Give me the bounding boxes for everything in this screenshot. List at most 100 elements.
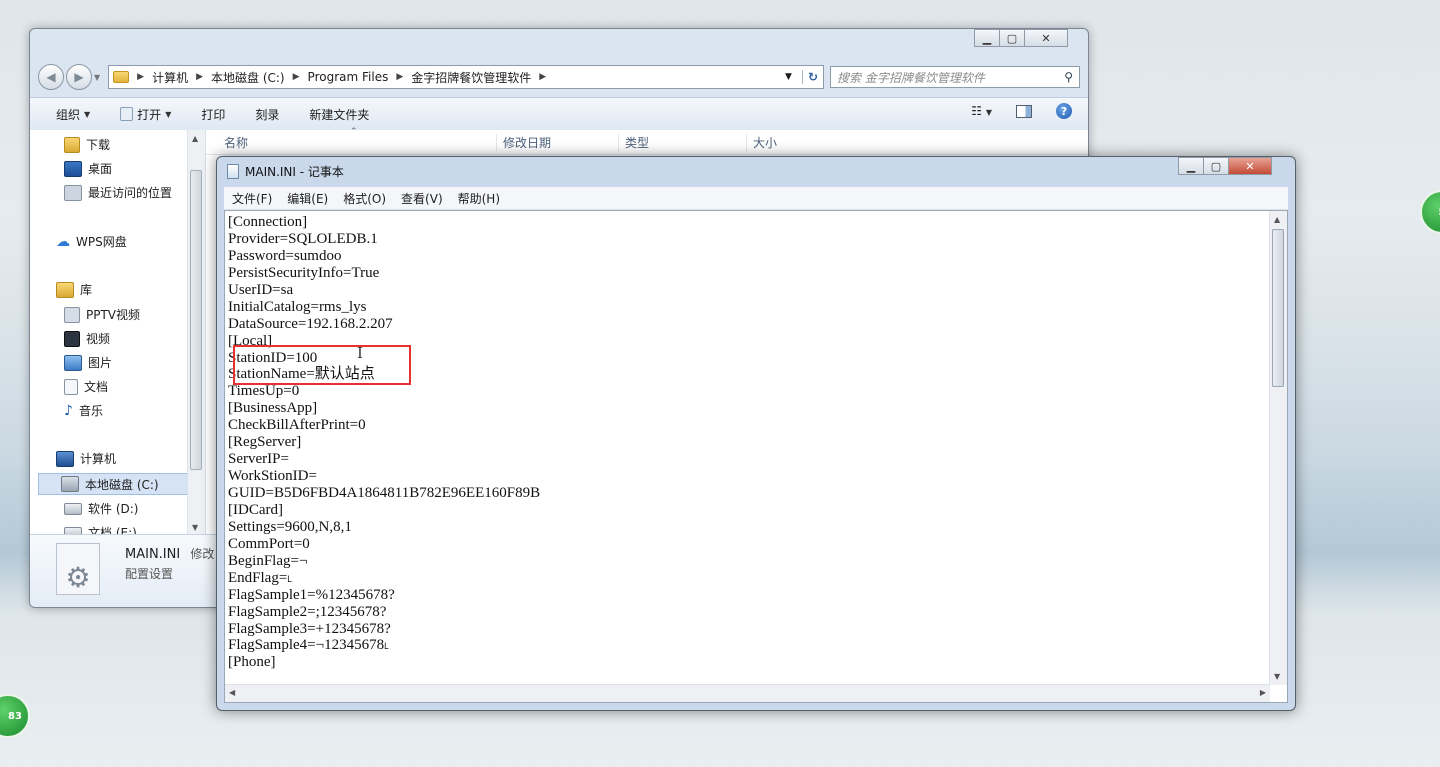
back-button[interactable]: ◀	[38, 64, 64, 90]
menu-edit[interactable]: 编辑(E)	[287, 190, 328, 207]
organize-button[interactable]: 组织 ▼	[56, 106, 90, 123]
burn-button[interactable]: 刻录	[255, 106, 279, 123]
horizontal-scrollbar[interactable]: ◀ ▶	[225, 684, 1270, 702]
search-input[interactable]: 搜索 金字招牌餐饮管理软件 ⚲	[830, 66, 1080, 88]
scroll-down-icon[interactable]: ▼	[192, 523, 198, 532]
text-line[interactable]: FlagSample2=;12345678?	[228, 604, 540, 621]
close-button[interactable]: ✕	[1228, 157, 1272, 175]
editor-text[interactable]: [Connection] Provider=SQLOLEDB.1 Password=…	[228, 214, 540, 671]
refresh-icon[interactable]: ↻	[801, 70, 823, 84]
chevron-right-icon[interactable]: ▶	[196, 72, 203, 82]
text-line[interactable]: [Connection]	[228, 214, 540, 231]
text-line[interactable]: GUID=B5D6FBD4A1864811B782E96EE160F89B	[228, 485, 540, 502]
text-line[interactable]: [RegServer]	[228, 434, 540, 451]
nav-item-pptv[interactable]: PPTV视频	[64, 306, 140, 323]
cloud-icon: ☁	[56, 233, 70, 250]
nav-item-recent[interactable]: 最近访问的位置	[64, 184, 172, 201]
vertical-scrollbar[interactable]: ▲ ▼	[1269, 211, 1287, 685]
history-dropdown-icon[interactable]: ▼	[94, 73, 100, 82]
text-line[interactable]: FlagSample4=¬12345678˪	[228, 637, 540, 654]
search-icon[interactable]: ⚲	[1064, 70, 1073, 84]
menu-format[interactable]: 格式(O)	[343, 190, 386, 207]
text-line[interactable]: PersistSecurityInfo=True	[228, 265, 540, 282]
scroll-right-icon[interactable]: ▶	[1260, 688, 1266, 697]
view-options-button[interactable]: ☷ ▼	[971, 104, 992, 118]
computer-icon	[56, 450, 74, 467]
help-icon[interactable]: ?	[1056, 103, 1072, 119]
text-line[interactable]: BeginFlag=¬	[228, 553, 540, 570]
nav-item-downloads[interactable]: 下载	[64, 136, 110, 153]
scroll-left-icon[interactable]: ◀	[229, 688, 235, 697]
nav-item-music[interactable]: ♪ 音乐	[64, 402, 103, 419]
nav-pane-scrollbar[interactable]: ▲ ▼	[187, 130, 205, 536]
text-line[interactable]: [Phone]	[228, 654, 540, 671]
back-arrow-icon: ◀	[46, 70, 56, 84]
scroll-down-icon[interactable]: ▼	[1274, 672, 1280, 681]
maximize-button[interactable]: ▢	[999, 29, 1025, 47]
nav-item-wps-cloud[interactable]: ☁ WPS网盘	[56, 233, 127, 250]
address-dropdown-icon[interactable]: ▼	[785, 72, 792, 82]
text-line[interactable]: Provider=SQLOLEDB.1	[228, 231, 540, 248]
chevron-right-icon[interactable]: ▶	[539, 72, 546, 82]
nav-item-library[interactable]: 库	[56, 281, 92, 298]
column-header-size[interactable]: 大小	[746, 133, 777, 151]
text-line[interactable]: FlagSample1=%12345678?	[228, 587, 540, 604]
chevron-right-icon[interactable]: ▶	[396, 72, 403, 82]
minimize-button[interactable]: ▁	[974, 29, 1000, 47]
text-line[interactable]: TimesUp=0	[228, 383, 540, 400]
text-line[interactable]: FlagSample3=+12345678?	[228, 621, 540, 638]
nav-item-documents[interactable]: 文档	[64, 378, 108, 395]
breadcrumb-drive-c[interactable]: 本地磁盘 (C:)	[211, 69, 285, 86]
menu-file[interactable]: 文件(F)	[232, 190, 272, 207]
breadcrumb-computer[interactable]: 计算机	[152, 69, 188, 86]
text-line[interactable]: Settings=9600,N,8,1	[228, 519, 540, 536]
nav-item-pictures[interactable]: 图片	[64, 354, 112, 371]
nav-item-drive-d[interactable]: 软件 (D:)	[64, 500, 138, 517]
text-line[interactable]: EndFlag=˪	[228, 570, 540, 587]
video-icon	[64, 330, 80, 347]
address-bar[interactable]: ▶ 计算机 ▶ 本地磁盘 (C:) ▶ Program Files ▶ 金字招牌…	[108, 65, 824, 89]
column-header-name[interactable]: 名称	[224, 134, 248, 151]
preview-pane-icon[interactable]	[1016, 104, 1032, 118]
text-line[interactable]: DataSource=192.168.2.207	[228, 316, 540, 333]
forward-button[interactable]: ▶	[66, 64, 92, 90]
nav-item-video[interactable]: 视频	[64, 330, 110, 347]
nav-scroll-thumb[interactable]	[190, 170, 202, 470]
chevron-right-icon[interactable]: ▶	[137, 72, 144, 82]
desktop-badge-bottom[interactable]: 83	[0, 694, 30, 738]
text-line[interactable]: CommPort=0	[228, 536, 540, 553]
column-header-type[interactable]: 类型	[618, 133, 649, 151]
notepad-titlebar[interactable]: MAIN.INI - 记事本	[227, 163, 344, 180]
desktop-badge-top[interactable]: 5	[1420, 190, 1440, 234]
breadcrumb-program-files[interactable]: Program Files	[308, 70, 389, 84]
minimize-button[interactable]: ▁	[1178, 157, 1204, 175]
chevron-right-icon[interactable]: ▶	[293, 72, 300, 82]
library-icon	[56, 281, 74, 298]
nav-item-computer[interactable]: 计算机	[56, 450, 116, 467]
text-editor-area[interactable]: [Connection] Provider=SQLOLEDB.1 Password=…	[224, 210, 1288, 703]
text-line[interactable]: Password=sumdoo	[228, 248, 540, 265]
text-line[interactable]: WorkStionID=	[228, 468, 540, 485]
scroll-up-icon[interactable]: ▲	[1274, 215, 1280, 224]
nav-item-desktop[interactable]: 桌面	[64, 160, 112, 177]
new-folder-button[interactable]: 新建文件夹	[309, 106, 369, 123]
details-file-type: 配置设置	[125, 567, 174, 581]
close-button[interactable]: ✕	[1024, 29, 1068, 47]
open-button[interactable]: 打开 ▼	[120, 106, 171, 123]
text-line[interactable]: CheckBillAfterPrint=0	[228, 417, 540, 434]
breadcrumb-app-folder[interactable]: 金字招牌餐饮管理软件	[411, 69, 531, 86]
text-line[interactable]: [IDCard]	[228, 502, 540, 519]
menu-view[interactable]: 查看(V)	[401, 190, 443, 207]
text-line[interactable]: UserID=sa	[228, 282, 540, 299]
text-line[interactable]: ServerIP=	[228, 451, 540, 468]
print-button[interactable]: 打印	[201, 106, 225, 123]
scroll-up-icon[interactable]: ▲	[192, 134, 198, 143]
column-header-modified[interactable]: 修改日期	[496, 133, 551, 151]
menu-help[interactable]: 帮助(H)	[458, 190, 500, 207]
highlight-box	[233, 345, 411, 385]
text-line[interactable]: [BusinessApp]	[228, 400, 540, 417]
maximize-button[interactable]: ▢	[1203, 157, 1229, 175]
vertical-scroll-thumb[interactable]	[1272, 229, 1284, 387]
text-line[interactable]: InitialCatalog=rms_lys	[228, 299, 540, 316]
nav-item-drive-c[interactable]: 本地磁盘 (C:)	[38, 473, 188, 495]
